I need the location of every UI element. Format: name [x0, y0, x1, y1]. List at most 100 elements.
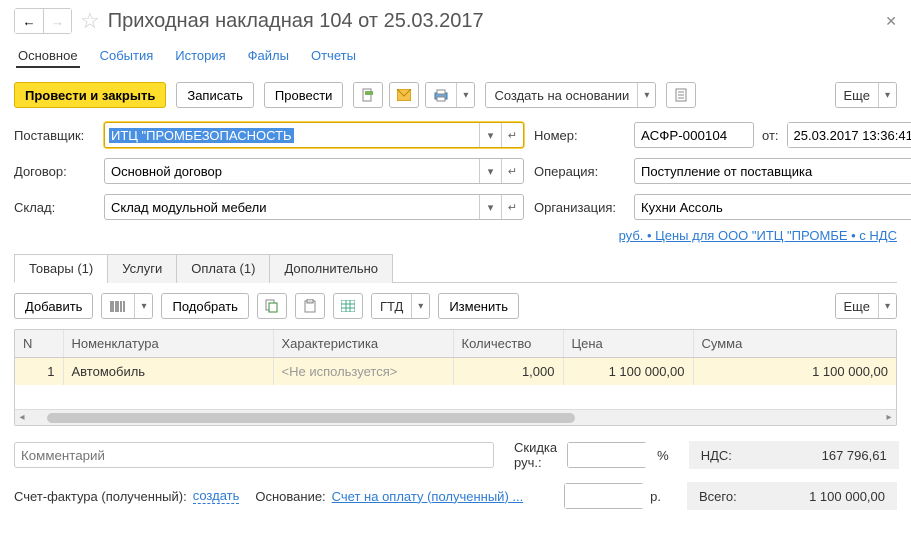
label-rub: р.	[650, 489, 661, 504]
scroll-left-icon[interactable]: ◂	[15, 412, 29, 423]
barcode-icon	[110, 300, 126, 313]
discount-rub-field[interactable]: ▦	[564, 483, 644, 509]
col-qty[interactable]: Количество	[453, 330, 563, 358]
col-price[interactable]: Цена	[563, 330, 693, 358]
chevron-down-icon[interactable]: ▾	[479, 123, 501, 147]
save-button[interactable]: Записать	[176, 82, 254, 108]
date-field[interactable]	[787, 122, 911, 148]
chevron-down-icon[interactable]: ▾	[134, 294, 152, 318]
discount-pct-field[interactable]: ▦	[567, 442, 647, 468]
tab-files[interactable]: Файлы	[246, 44, 291, 68]
chevron-down-icon[interactable]: ▾	[878, 83, 896, 107]
col-n[interactable]: N	[15, 330, 63, 358]
back-button[interactable]: ←	[15, 9, 43, 33]
paste-icon	[303, 299, 317, 313]
horizontal-scrollbar[interactable]: ◂ ▸	[15, 409, 896, 425]
more-button[interactable]: Еще ▾	[835, 82, 897, 108]
label-discount: Скидка руч.:	[514, 440, 557, 470]
price-settings-link[interactable]: руб. • Цены для ООО "ИТЦ "ПРОМБЕ • с НДС	[619, 228, 897, 243]
tab-reports[interactable]: Отчеты	[309, 44, 358, 68]
report-button[interactable]	[666, 82, 696, 108]
paste-button[interactable]	[295, 293, 325, 319]
label-operation: Операция:	[534, 164, 624, 179]
post-and-close-button[interactable]: Провести и закрыть	[14, 82, 166, 108]
nav-buttons: ← →	[14, 8, 72, 34]
goods-table: N Номенклатура Характеристика Количество…	[14, 329, 897, 426]
scroll-thumb[interactable]	[47, 413, 576, 423]
organization-field[interactable]: ▾ ↵	[634, 194, 911, 220]
tab-history[interactable]: История	[173, 44, 227, 68]
number-field[interactable]	[634, 122, 754, 148]
favorite-star-icon[interactable]: ☆	[80, 8, 100, 34]
cell-price: 1 100 000,00	[563, 358, 693, 386]
goods-more-button[interactable]: Еще ▾	[835, 293, 897, 319]
add-row-button[interactable]: Добавить	[14, 293, 93, 319]
col-sum[interactable]: Сумма	[693, 330, 896, 358]
col-characteristic[interactable]: Характеристика	[273, 330, 453, 358]
copy-icon	[265, 299, 279, 313]
chevron-down-icon[interactable]: ▾	[479, 159, 501, 183]
comment-field[interactable]	[14, 442, 494, 468]
supplier-field[interactable]: ИТЦ "ПРОМБЕЗОПАСНОСТЬ ▾ ↵	[104, 122, 524, 148]
post-button[interactable]: Провести	[264, 82, 344, 108]
page-icon	[361, 88, 375, 102]
gtd-button[interactable]: ГТД ▾	[371, 293, 430, 319]
sub-tab-services[interactable]: Услуги	[107, 254, 177, 283]
basis-link[interactable]: Счет на оплату (полученный) ...	[332, 489, 524, 504]
sub-tab-payment[interactable]: Оплата (1)	[176, 254, 270, 283]
close-icon[interactable]: ✕	[885, 13, 897, 30]
barcode-button[interactable]: ▾	[101, 293, 153, 319]
open-ref-icon[interactable]: ↵	[501, 195, 523, 219]
warehouse-field[interactable]: ▾ ↵	[104, 194, 524, 220]
cell-n: 1	[15, 358, 63, 386]
printer-icon	[434, 89, 448, 102]
cell-sum: 1 100 000,00	[693, 358, 896, 386]
chevron-down-icon[interactable]: ▾	[456, 83, 474, 107]
table-header-row: N Номенклатура Характеристика Количество…	[15, 330, 896, 358]
scroll-right-icon[interactable]: ▸	[882, 412, 896, 423]
copy-button[interactable]	[257, 293, 287, 319]
label-warehouse: Склад:	[14, 200, 94, 215]
forward-button[interactable]: →	[43, 9, 71, 33]
arrow-right-icon: →	[51, 14, 64, 29]
chevron-down-icon[interactable]: ▾	[411, 294, 429, 318]
open-ref-icon[interactable]: ↵	[501, 159, 523, 183]
table-row[interactable]: 1 Автомобиль <Не используется> 1,000 1 1…	[15, 358, 896, 386]
cell-characteristic: <Не используется>	[273, 358, 453, 386]
chevron-down-icon[interactable]: ▾	[637, 83, 655, 107]
chevron-down-icon[interactable]: ▾	[479, 195, 501, 219]
sub-tab-extra[interactable]: Дополнительно	[269, 254, 393, 283]
label-organization: Организация:	[534, 200, 624, 215]
document-icon	[675, 88, 687, 102]
grid-icon	[341, 300, 355, 312]
chevron-down-icon[interactable]: ▾	[878, 294, 896, 318]
arrow-left-icon: ←	[22, 14, 35, 29]
contract-field[interactable]: ▾ ↵	[104, 158, 524, 184]
nds-total: НДС: 167 796,61	[689, 441, 899, 469]
tab-events[interactable]: События	[98, 44, 156, 68]
tab-main[interactable]: Основное	[16, 44, 80, 68]
label-basis: Основание:	[255, 489, 325, 504]
open-ref-icon[interactable]: ↵	[501, 123, 523, 147]
sub-tab-goods[interactable]: Товары (1)	[14, 254, 108, 283]
col-nomenclature[interactable]: Номенклатура	[63, 330, 273, 358]
goods-toolbar: Добавить ▾ Подобрать ГТД ▾ Изменить Еще …	[14, 283, 897, 329]
nav-tabs: Основное События История Файлы Отчеты	[14, 44, 897, 68]
grid-button[interactable]	[333, 293, 363, 319]
label-percent: %	[657, 448, 669, 463]
cell-qty: 1,000	[453, 358, 563, 386]
change-button[interactable]: Изменить	[438, 293, 519, 319]
main-toolbar: Провести и закрыть Записать Провести ▾ С…	[14, 82, 897, 108]
pick-button[interactable]: Подобрать	[161, 293, 248, 319]
page-title: Приходная накладная 104 от 25.03.2017	[108, 10, 878, 33]
create-invoice-link[interactable]: создать	[193, 488, 240, 504]
operation-field[interactable]: ▾	[634, 158, 911, 184]
label-invoice-received: Счет-фактура (полученный):	[14, 489, 187, 504]
grand-total: Всего: 1 100 000,00	[687, 482, 897, 510]
attach-file-button[interactable]	[353, 82, 383, 108]
label-number: Номер:	[534, 128, 624, 143]
supplier-value: ИТЦ "ПРОМБЕЗОПАСНОСТЬ	[109, 128, 294, 143]
create-based-button[interactable]: Создать на основании ▾	[485, 82, 656, 108]
email-button[interactable]	[389, 82, 419, 108]
print-button[interactable]: ▾	[425, 82, 475, 108]
